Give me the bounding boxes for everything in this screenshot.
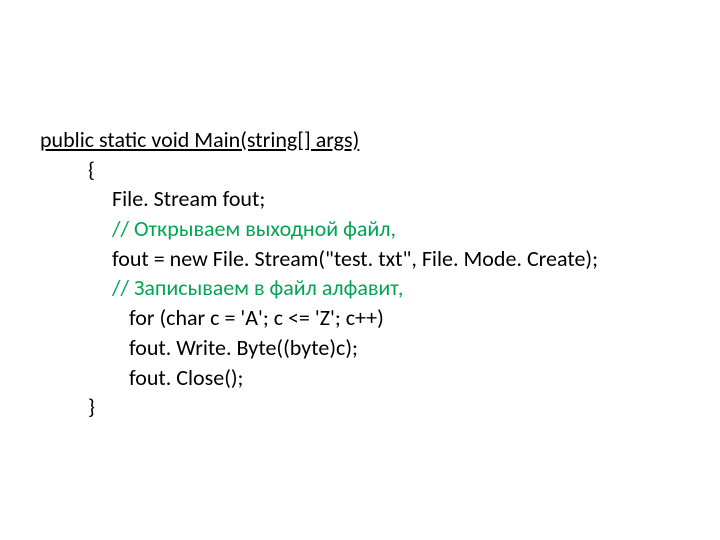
code-line-3: File. Stream fout; bbox=[40, 184, 720, 214]
code-line-10: } bbox=[40, 392, 720, 422]
code-snippet: public static void Main(string[] args) {… bbox=[0, 0, 720, 422]
code-line-1: public static void Main(string[] args) bbox=[40, 125, 720, 155]
code-line-5: fout = new File. Stream("test. txt", Fil… bbox=[40, 244, 720, 274]
code-line-6-comment: // Записываем в файл алфавит, bbox=[40, 273, 720, 303]
code-line-7: for (char c = 'A'; c <= 'Z'; c++) bbox=[40, 303, 720, 333]
code-line-2: { bbox=[40, 155, 720, 185]
code-line-9: fout. Close(); bbox=[40, 363, 720, 393]
code-line-8: fout. Write. Byte((byte)c); bbox=[40, 333, 720, 363]
code-line-4-comment: // Открываем выходной файл, bbox=[40, 214, 720, 244]
